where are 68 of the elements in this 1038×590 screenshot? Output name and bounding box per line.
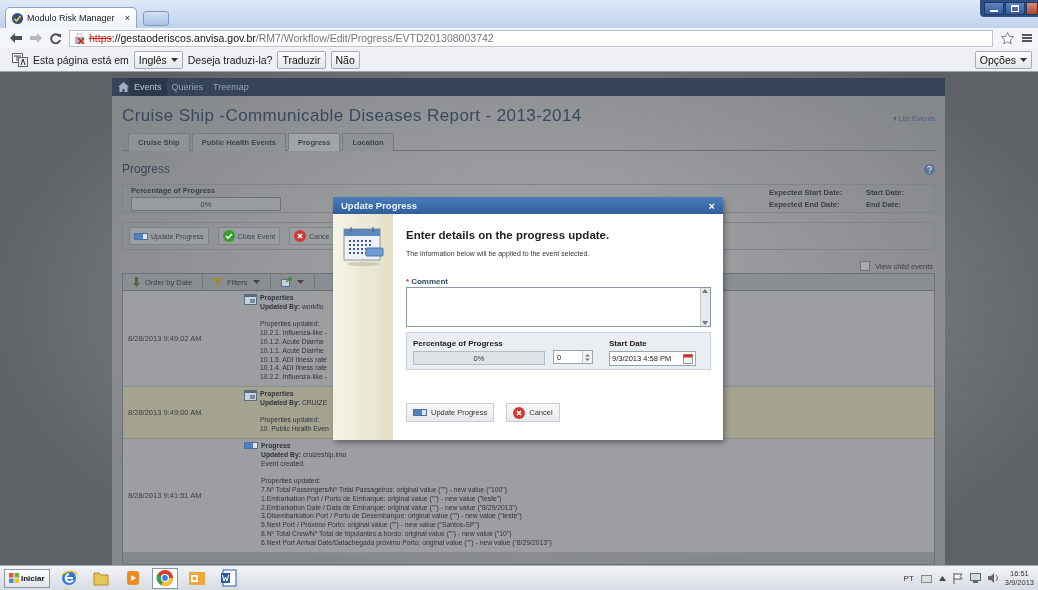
export-icon <box>280 277 292 287</box>
spin-arrows-icon[interactable] <box>585 352 590 362</box>
caret-icon <box>296 280 304 284</box>
funnel-icon <box>213 277 223 287</box>
maximize-button[interactable] <box>1005 2 1025 15</box>
progress-bar-icon <box>244 441 258 449</box>
close-button[interactable]: × <box>708 199 715 212</box>
browser-tab[interactable]: Modulo Risk Manager × <box>5 7 137 28</box>
start-date-label: Start Date <box>609 339 648 348</box>
caret-icon <box>170 57 178 62</box>
checkbox[interactable] <box>860 261 871 271</box>
cancel-icon <box>513 406 526 419</box>
keyboard-icon[interactable] <box>920 573 932 583</box>
section-title: Progress <box>122 162 171 176</box>
windows-flag-icon <box>9 573 19 583</box>
nav-item[interactable]: Treemap <box>208 78 254 96</box>
progress-bar-icon <box>413 409 427 416</box>
translate-button[interactable]: Não <box>330 50 360 69</box>
translate-button[interactable]: Traduzir <box>277 50 326 69</box>
new-tab-button[interactable] <box>143 11 169 26</box>
chevron-up-icon[interactable] <box>938 575 946 581</box>
window-icon <box>244 389 257 401</box>
progress-bar-icon <box>134 232 148 240</box>
star-icon[interactable] <box>1001 32 1014 44</box>
language-indicator[interactable]: PT <box>903 573 914 583</box>
cancel-icon <box>294 230 307 242</box>
maximize-icon <box>1011 5 1019 12</box>
speaker-icon[interactable] <box>987 573 998 583</box>
down-arrow-icon[interactable] <box>701 320 709 326</box>
translate-icon <box>12 52 28 67</box>
check-icon <box>222 230 235 242</box>
dialog-title: Update Progress <box>341 200 418 211</box>
back-arrow-icon[interactable] <box>10 33 22 43</box>
comment-label: Comment <box>411 277 448 286</box>
minimize-button[interactable] <box>984 2 1004 15</box>
browser-globe-icon[interactable] <box>59 569 78 587</box>
down-arrow-icon <box>133 277 140 287</box>
language-dropdown[interactable]: Inglês <box>133 50 183 69</box>
chrome-icon[interactable] <box>155 569 174 587</box>
caret-icon <box>252 280 260 284</box>
help-icon[interactable] <box>924 163 935 175</box>
up-arrow-icon[interactable] <box>701 288 709 294</box>
start-button[interactable]: Iniciar <box>4 568 50 588</box>
caret-icon <box>1020 57 1027 62</box>
translate-question: Deseja traduzi-la? <box>187 53 273 66</box>
close-button[interactable]: × <box>124 13 130 23</box>
calendar-icon <box>342 226 384 266</box>
translate-message: Esta página está em <box>33 53 129 66</box>
options-button[interactable]: Opções <box>974 50 1032 69</box>
required-mark: * <box>406 277 410 286</box>
menu-icon[interactable] <box>1022 33 1032 43</box>
nav-item[interactable]: Events <box>129 78 167 96</box>
flag-icon[interactable] <box>952 572 963 584</box>
dialog-heading: Enter details on the progress update. <box>406 229 611 241</box>
nav-item[interactable]: Queries <box>166 78 209 96</box>
checkmark-logo-icon <box>12 12 23 24</box>
document-app-icon[interactable] <box>219 569 238 587</box>
window-icon <box>244 294 257 305</box>
calendar-icon[interactable] <box>683 353 693 364</box>
triangle-icon <box>893 116 897 121</box>
close-button[interactable] <box>1026 2 1038 15</box>
address-field[interactable]: https://gestaoderiscos.anvisa.gov.br/RM7/Workflow/Edit/Progress/EVTD201308003742 <box>69 29 993 47</box>
home-icon[interactable] <box>118 82 129 92</box>
reload-icon[interactable] <box>50 32 61 44</box>
progress-label: Percentage of Progress <box>413 339 504 348</box>
comment-field[interactable] <box>406 287 711 327</box>
page-title: Cruise Ship -Communicable Diseases Report - 2013-2014 <box>122 106 582 126</box>
broken-lock-icon <box>74 32 86 44</box>
